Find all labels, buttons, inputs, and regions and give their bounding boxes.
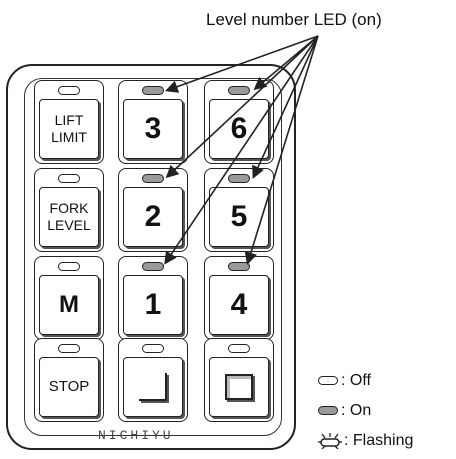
legend-flashing: : Flashing	[318, 432, 413, 450]
led-off-symbol-icon	[318, 376, 338, 386]
legend-off: : Off	[318, 372, 371, 390]
keypad-diagram: Level number LED (on) LIFT LIMIT FORK LEVE…	[0, 0, 456, 459]
legend-flashing-label: : Flashing	[344, 432, 414, 449]
led-on-symbol-icon	[318, 406, 338, 416]
callout-arrows	[164, 35, 319, 266]
legend-on-label: : On	[341, 402, 372, 419]
arrow-to-level-4-led	[244, 35, 319, 266]
legend-off-label: : Off	[341, 372, 371, 389]
arrow-to-level-3-led	[164, 35, 319, 93]
arrow-to-level-5-led	[252, 35, 319, 179]
legend-on: : On	[318, 402, 371, 420]
arrow-to-level-1-led	[164, 35, 319, 265]
led-flashing-symbol-icon	[318, 432, 342, 449]
